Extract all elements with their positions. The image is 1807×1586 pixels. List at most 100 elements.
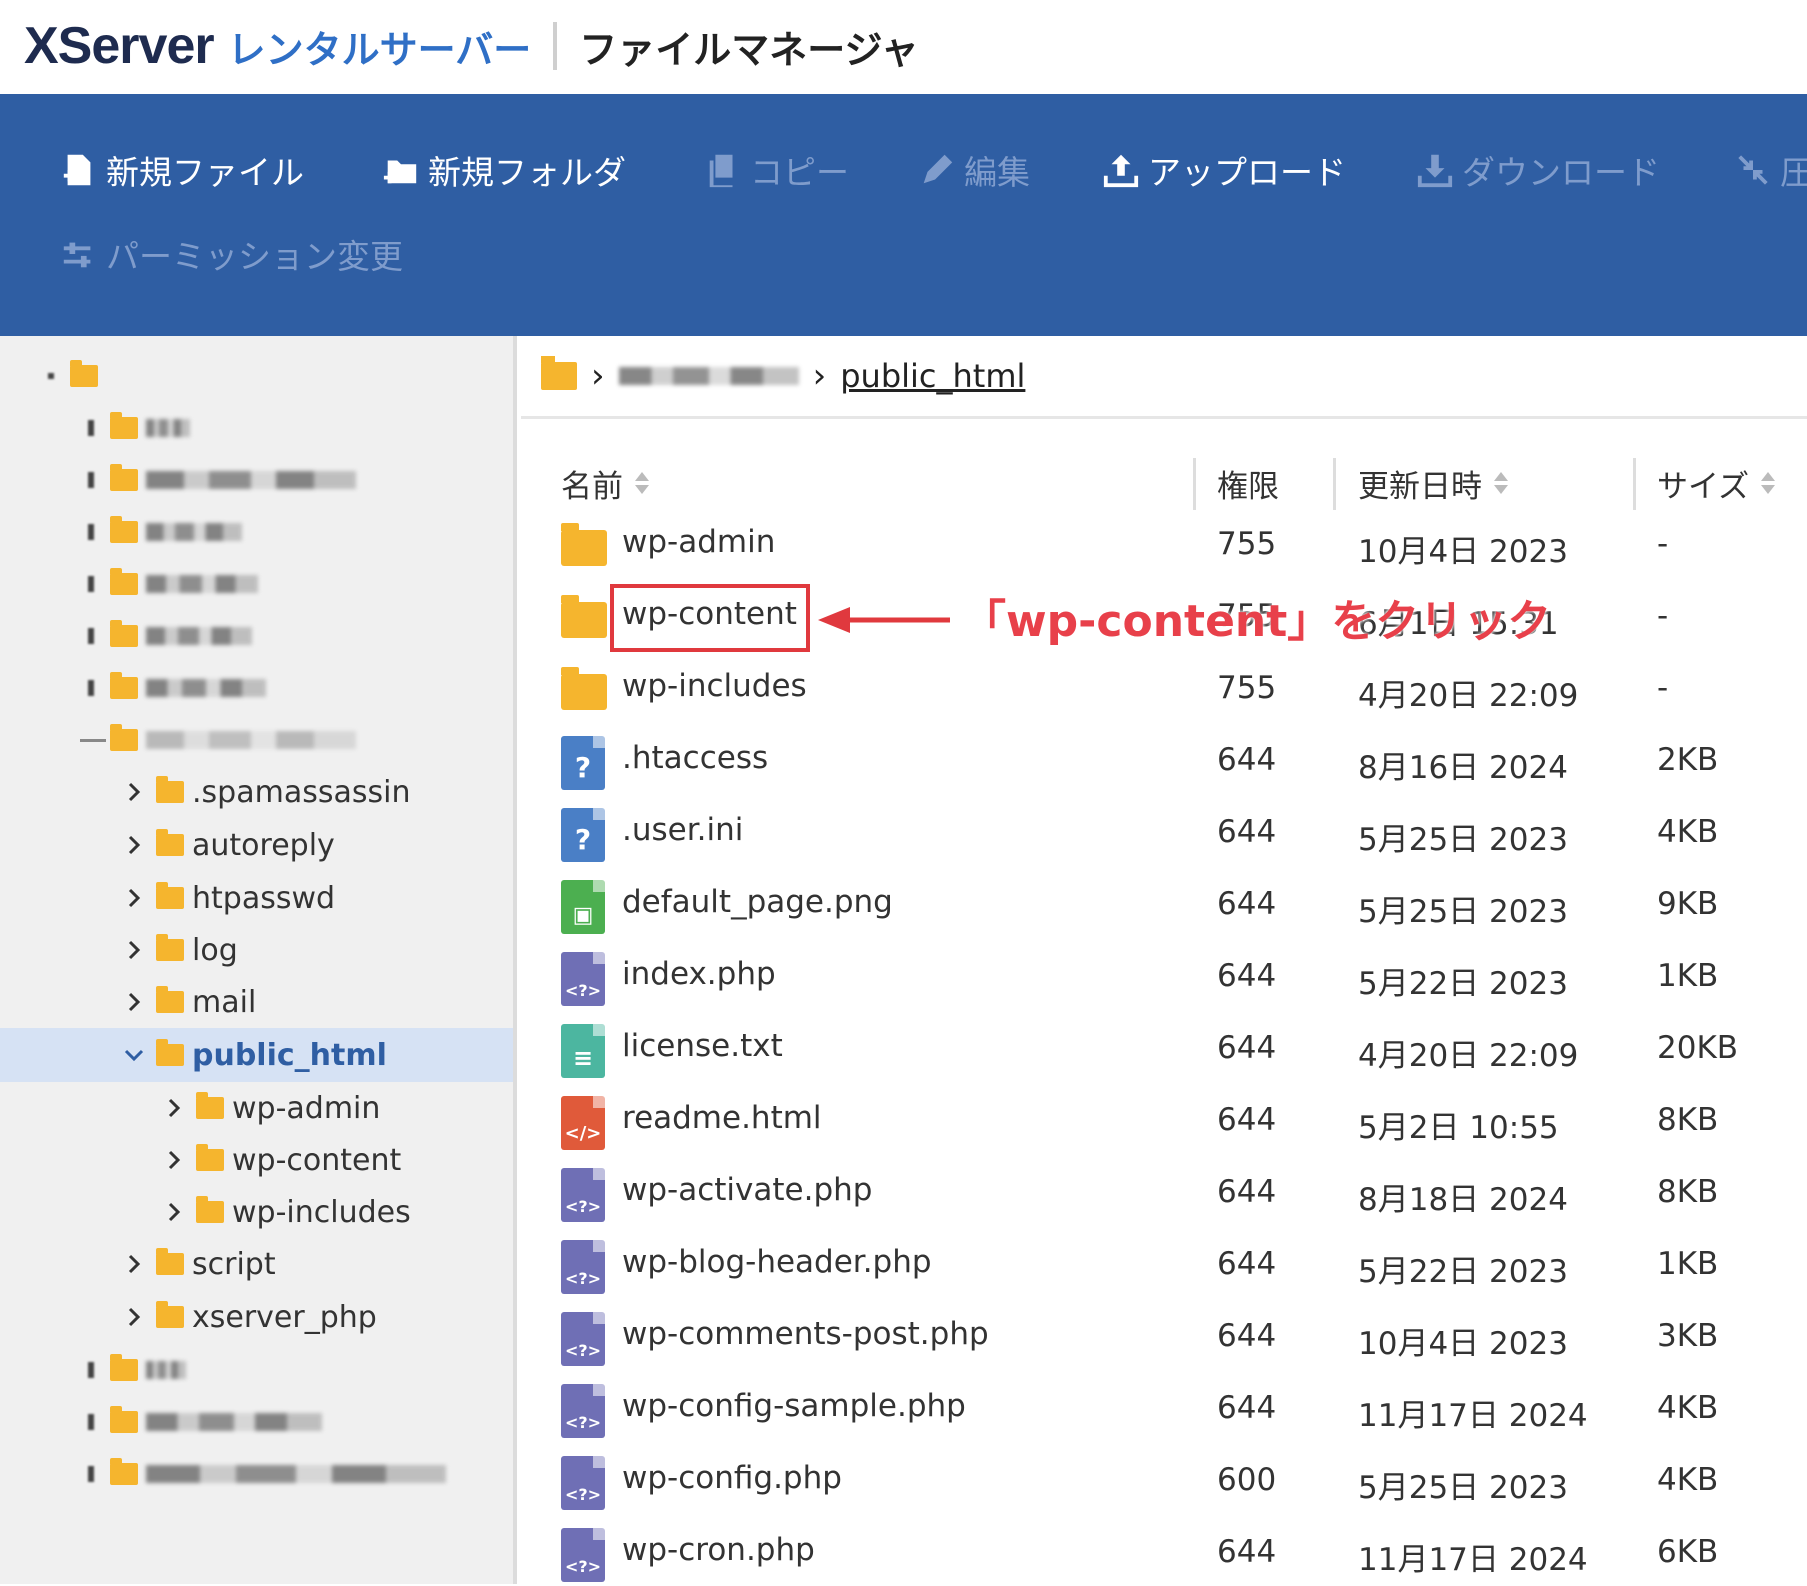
file-name[interactable]: wp-config-sample.php: [622, 1388, 966, 1424]
pencil-icon: [923, 154, 953, 184]
table-row[interactable]: wp-admin 755 10月4日 2023 -: [521, 516, 1807, 578]
table-row[interactable]: ? .htaccess 644 8月16日 2024 2KB: [521, 732, 1807, 794]
file-date: 8月18日 2024: [1358, 1182, 1568, 1218]
tree-item-public-html[interactable]: public_html: [0, 1028, 513, 1082]
table-row[interactable]: ≡ license.txt 644 4月20日 22:09 20KB: [521, 1020, 1807, 1082]
xserver-logo[interactable]: XServer レンタルサーバー ファイルマネージャ: [24, 16, 919, 76]
tree-item-redacted[interactable]: [0, 506, 513, 558]
chevron-right-icon[interactable]: [122, 1305, 146, 1329]
compress-button[interactable]: 圧: [1734, 146, 1807, 194]
file-name[interactable]: wp-comments-post.php: [622, 1316, 989, 1352]
chevron-right-icon[interactable]: [122, 833, 146, 857]
chevron-right-icon[interactable]: [122, 1252, 146, 1276]
table-row[interactable]: <?> index.php 644 5月22日 2023 1KB: [521, 948, 1807, 1010]
tree-item-xserver-php[interactable]: xserver_php: [0, 1291, 513, 1343]
tree-item-redacted[interactable]: [0, 558, 513, 610]
table-row[interactable]: wp-includes 755 4月20日 22:09 -: [521, 660, 1807, 722]
file-name[interactable]: wp-includes: [622, 668, 807, 704]
tree-item-redacted[interactable]: [0, 1448, 513, 1500]
unknown-file-icon: ?: [561, 808, 605, 862]
file-name[interactable]: wp-config.php: [622, 1460, 842, 1496]
redacted-label: [146, 679, 266, 697]
new-file-label: 新規ファイル: [106, 153, 304, 192]
tree-item-htpasswd[interactable]: htpasswd: [0, 872, 513, 924]
logo-divider: [553, 22, 558, 70]
chevron-down-icon[interactable]: [122, 1043, 146, 1067]
table-row[interactable]: </> readme.html 644 5月2日 10:55 8KB: [521, 1092, 1807, 1154]
folder-icon: [110, 724, 138, 751]
chevron-right-icon[interactable]: [162, 1200, 186, 1224]
tree-item-wp-admin[interactable]: wp-admin: [0, 1082, 513, 1134]
file-name[interactable]: license.txt: [622, 1028, 783, 1064]
breadcrumb-separator: ›: [812, 356, 827, 396]
chevron-right-icon[interactable]: [122, 780, 146, 804]
file-name[interactable]: wp-activate.php: [622, 1172, 872, 1208]
tree-item-script[interactable]: script: [0, 1238, 513, 1290]
tree-item-spamassassin[interactable]: .spamassassin: [0, 766, 513, 818]
table-row[interactable]: <?> wp-config-sample.php 644 11月17日 2024…: [521, 1380, 1807, 1442]
tree-item-redacted[interactable]: [0, 1344, 513, 1396]
table-row[interactable]: <?> wp-activate.php 644 8月18日 2024 8KB: [521, 1164, 1807, 1226]
tree-bullet: [88, 628, 94, 644]
file-name[interactable]: .user.ini: [622, 812, 743, 848]
chevron-right-icon[interactable]: [122, 886, 146, 910]
tree-item-redacted[interactable]: [0, 454, 513, 506]
tree-item-autoreply[interactable]: autoreply: [0, 819, 513, 871]
redacted-breadcrumb-segment[interactable]: [618, 367, 799, 385]
file-name[interactable]: wp-blog-header.php: [622, 1244, 932, 1280]
chevron-right-icon[interactable]: [162, 1148, 186, 1172]
tree-item-label: public_html: [192, 1037, 387, 1073]
download-button[interactable]: ダウンロード: [1416, 146, 1660, 194]
root-folder-icon[interactable]: [541, 356, 577, 390]
column-header-size[interactable]: サイズ: [1657, 456, 1777, 510]
annotation-arrow-icon: [818, 607, 950, 633]
folder-icon: [156, 829, 184, 856]
tree-item-wp-content[interactable]: wp-content: [0, 1134, 513, 1186]
new-folder-button[interactable]: 新規フォルダ: [382, 146, 626, 194]
tree-item-redacted[interactable]: [0, 610, 513, 662]
tree-item-mail[interactable]: mail: [0, 976, 513, 1028]
tree-item-redacted[interactable]: [0, 662, 513, 714]
copy-button[interactable]: コピー: [704, 146, 849, 194]
table-row[interactable]: <?> wp-comments-post.php 644 10月4日 2023 …: [521, 1308, 1807, 1370]
new-file-button[interactable]: 新規ファイル: [60, 146, 304, 194]
breadcrumb-current[interactable]: public_html: [840, 357, 1025, 395]
file-name[interactable]: readme.html: [622, 1100, 822, 1136]
chevron-right-icon[interactable]: [122, 938, 146, 962]
file-size: 1KB: [1657, 958, 1719, 994]
permission-button[interactable]: パーミッション変更: [60, 230, 403, 278]
column-header-name[interactable]: 名前: [561, 456, 651, 510]
file-name[interactable]: default_page.png: [622, 884, 893, 920]
tree-root[interactable]: [0, 350, 513, 402]
column-header-date[interactable]: 更新日時: [1358, 456, 1510, 510]
php-file-icon: <?>: [561, 952, 605, 1006]
file-name[interactable]: index.php: [622, 956, 776, 992]
folder-icon: [110, 464, 138, 491]
table-row[interactable]: ? .user.ini 644 5月25日 2023 4KB: [521, 804, 1807, 866]
file-name[interactable]: .htaccess: [622, 740, 768, 776]
tree-item-label: script: [192, 1246, 276, 1282]
upload-button[interactable]: アップロード: [1102, 146, 1346, 194]
file-name[interactable]: wp-admin: [622, 524, 775, 560]
table-row[interactable]: ▣ default_page.png 644 5月25日 2023 9KB: [521, 876, 1807, 938]
php-file-icon: <?>: [561, 1456, 605, 1510]
file-permission: 644: [1217, 886, 1277, 922]
tree-item-domain-expanded[interactable]: [0, 714, 513, 766]
table-row[interactable]: <?> wp-cron.php 644 11月17日 2024 6KB: [521, 1524, 1807, 1586]
file-name[interactable]: wp-cron.php: [622, 1532, 815, 1568]
file-size: 8KB: [1657, 1174, 1719, 1210]
file-size: 1KB: [1657, 1246, 1719, 1282]
chevron-right-icon[interactable]: [122, 990, 146, 1014]
tree-item-label: xserver_php: [192, 1299, 377, 1335]
chevron-right-icon[interactable]: [162, 1096, 186, 1120]
table-row[interactable]: <?> wp-config.php 600 5月25日 2023 4KB: [521, 1452, 1807, 1514]
column-header-perm[interactable]: 権限: [1217, 456, 1279, 510]
tree-item-redacted[interactable]: [0, 1396, 513, 1448]
table-row[interactable]: <?> wp-blog-header.php 644 5月22日 2023 1K…: [521, 1236, 1807, 1298]
tree-item-redacted[interactable]: [0, 402, 513, 454]
tree-item-wp-includes[interactable]: wp-includes: [0, 1186, 513, 1238]
edit-button[interactable]: 編集: [918, 146, 1030, 194]
tree-item-log[interactable]: log: [0, 924, 513, 976]
redacted-label: [146, 1361, 186, 1379]
folder-icon: [156, 1248, 184, 1275]
